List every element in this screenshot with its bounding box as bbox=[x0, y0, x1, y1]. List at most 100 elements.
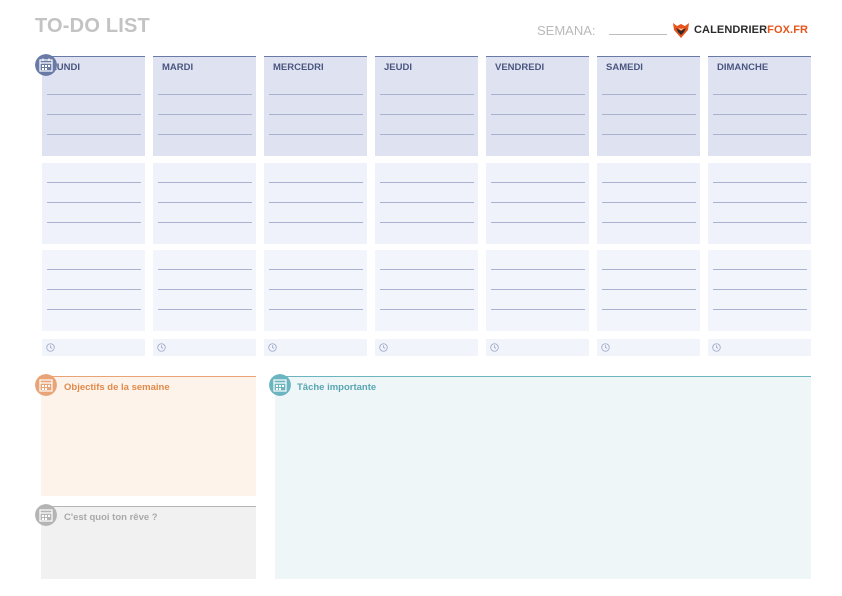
writing-line bbox=[491, 114, 585, 115]
writing-line bbox=[491, 134, 585, 135]
calendar-icon bbox=[35, 54, 57, 76]
writing-line bbox=[158, 222, 252, 223]
week-input-line[interactable] bbox=[609, 34, 667, 35]
writing-line bbox=[491, 202, 585, 203]
writing-line bbox=[602, 182, 696, 183]
logo-text-calendrier: CALENDRIER bbox=[694, 24, 768, 36]
writing-line bbox=[158, 289, 252, 290]
day-column-lundi: LUNDI bbox=[42, 56, 145, 356]
writing-line bbox=[380, 289, 474, 290]
time-row[interactable] bbox=[42, 339, 145, 356]
writing-line bbox=[713, 114, 807, 115]
writing-line bbox=[713, 269, 807, 270]
writing-line bbox=[380, 222, 474, 223]
writing-line bbox=[491, 94, 585, 95]
task-block[interactable] bbox=[375, 75, 478, 156]
task-block[interactable] bbox=[264, 250, 367, 331]
day-header: MERCEDRI bbox=[264, 56, 367, 75]
writing-line bbox=[269, 94, 363, 95]
task-block[interactable] bbox=[153, 75, 256, 156]
calendar-icon bbox=[269, 374, 291, 396]
task-block[interactable] bbox=[597, 75, 700, 156]
time-row[interactable] bbox=[486, 339, 589, 356]
objectives-label: Objectifs de la semaine bbox=[64, 382, 170, 393]
day-column-jeudi: JEUDI bbox=[375, 56, 478, 356]
time-row[interactable] bbox=[153, 339, 256, 356]
task-block[interactable] bbox=[597, 250, 700, 331]
writing-line bbox=[602, 289, 696, 290]
task-block[interactable] bbox=[42, 75, 145, 156]
writing-line bbox=[491, 182, 585, 183]
day-header: JEUDI bbox=[375, 56, 478, 75]
task-block[interactable] bbox=[375, 250, 478, 331]
writing-line bbox=[158, 134, 252, 135]
task-block[interactable] bbox=[42, 250, 145, 331]
clock-icon bbox=[46, 343, 55, 352]
writing-line bbox=[47, 202, 141, 203]
writing-line bbox=[380, 269, 474, 270]
task-block[interactable] bbox=[597, 163, 700, 244]
clock-icon bbox=[157, 343, 166, 352]
writing-line bbox=[491, 289, 585, 290]
dream-label: C'est quoi ton rêve ? bbox=[64, 512, 158, 523]
task-block[interactable] bbox=[153, 163, 256, 244]
writing-line bbox=[47, 289, 141, 290]
day-header: VENDREDI bbox=[486, 56, 589, 75]
task-block[interactable] bbox=[42, 163, 145, 244]
task-block[interactable] bbox=[264, 163, 367, 244]
time-row[interactable] bbox=[264, 339, 367, 356]
writing-line bbox=[713, 289, 807, 290]
writing-line bbox=[158, 182, 252, 183]
writing-line bbox=[47, 222, 141, 223]
writing-line bbox=[602, 269, 696, 270]
time-row[interactable] bbox=[708, 339, 811, 356]
writing-line bbox=[713, 309, 807, 310]
objectives-box[interactable] bbox=[41, 376, 256, 496]
writing-line bbox=[602, 222, 696, 223]
day-header: LUNDI bbox=[42, 56, 145, 75]
task-block[interactable] bbox=[708, 163, 811, 244]
fox-logo-icon bbox=[673, 23, 689, 38]
task-block[interactable] bbox=[153, 250, 256, 331]
writing-line bbox=[158, 202, 252, 203]
day-header: MARDI bbox=[153, 56, 256, 75]
logo-text-fox: FOX.FR bbox=[767, 24, 809, 36]
important-task-box[interactable] bbox=[275, 376, 811, 579]
task-block[interactable] bbox=[708, 75, 811, 156]
task-block[interactable] bbox=[486, 250, 589, 331]
task-block[interactable] bbox=[708, 250, 811, 331]
clock-icon bbox=[379, 343, 388, 352]
task-block[interactable] bbox=[486, 75, 589, 156]
day-column-mercedri: MERCEDRI bbox=[264, 56, 367, 356]
writing-line bbox=[269, 182, 363, 183]
writing-line bbox=[269, 202, 363, 203]
time-row[interactable] bbox=[375, 339, 478, 356]
page-title: TO-DO LIST bbox=[35, 15, 150, 37]
writing-line bbox=[491, 309, 585, 310]
task-block[interactable] bbox=[264, 75, 367, 156]
week-label: SEMANA: bbox=[537, 23, 596, 38]
time-row[interactable] bbox=[597, 339, 700, 356]
clock-icon bbox=[268, 343, 277, 352]
writing-line bbox=[47, 114, 141, 115]
writing-line bbox=[158, 114, 252, 115]
writing-line bbox=[380, 134, 474, 135]
writing-line bbox=[713, 222, 807, 223]
writing-line bbox=[380, 114, 474, 115]
day-header: SAMEDI bbox=[597, 56, 700, 75]
writing-line bbox=[602, 202, 696, 203]
writing-line bbox=[380, 309, 474, 310]
task-block[interactable] bbox=[486, 163, 589, 244]
clock-icon bbox=[601, 343, 610, 352]
task-block[interactable] bbox=[375, 163, 478, 244]
writing-line bbox=[158, 269, 252, 270]
writing-line bbox=[47, 269, 141, 270]
calendar-icon bbox=[35, 374, 57, 396]
writing-line bbox=[380, 182, 474, 183]
writing-line bbox=[602, 309, 696, 310]
writing-line bbox=[47, 309, 141, 310]
writing-line bbox=[269, 269, 363, 270]
writing-line bbox=[47, 94, 141, 95]
writing-line bbox=[269, 289, 363, 290]
day-header: DIMANCHE bbox=[708, 56, 811, 75]
